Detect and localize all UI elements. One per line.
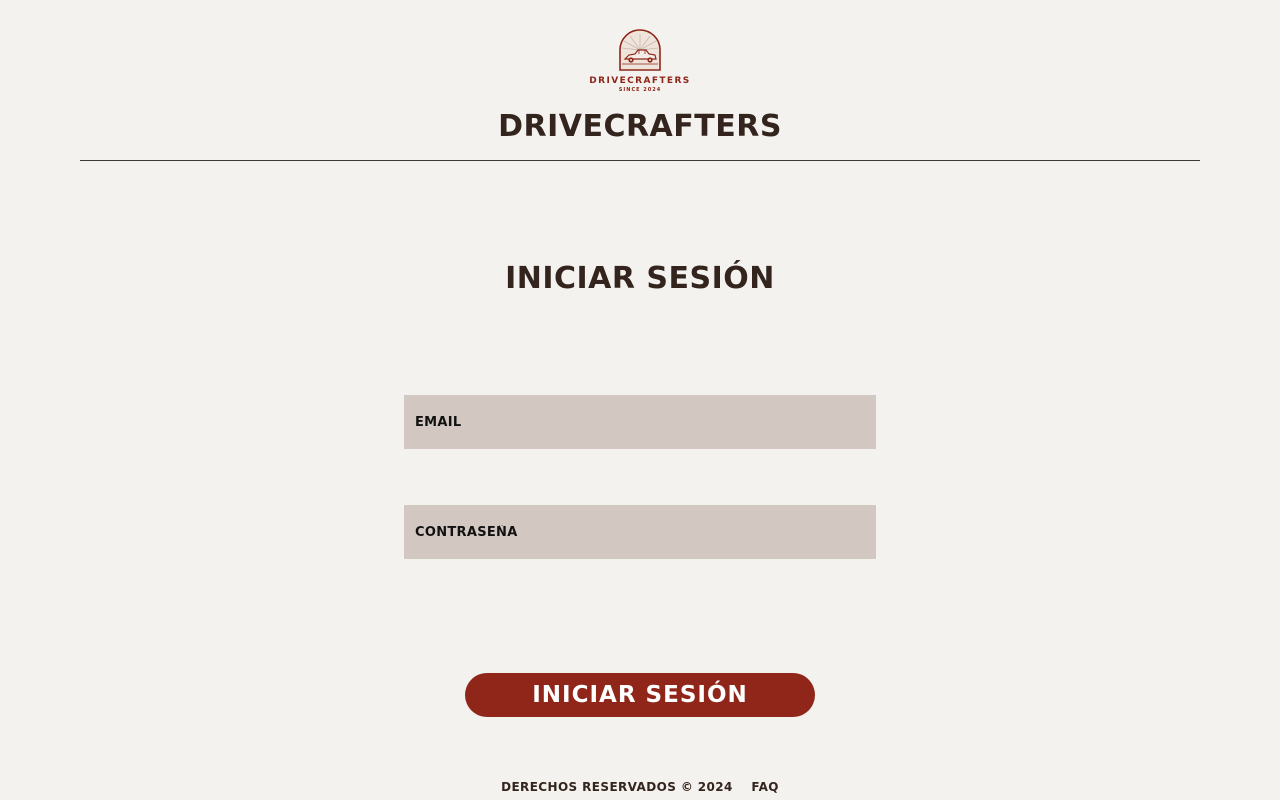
password-field[interactable]	[404, 505, 876, 559]
page-title: INICIAR SESIÓN	[505, 261, 775, 296]
faq-link[interactable]: FAQ	[751, 778, 779, 796]
login-button[interactable]: INICIAR SESIÓN	[465, 673, 815, 717]
copyright-text: DERECHOS RESERVADOS © 2024	[501, 780, 733, 794]
logo-wordmark: DRIVECRAFTERS	[589, 76, 690, 86]
brand-logo[interactable]: DRIVECRAFTERS SINCE 2024	[586, 28, 694, 94]
vintage-car-logo-icon: DRIVECRAFTERS SINCE 2024	[589, 29, 690, 93]
header-divider	[80, 160, 1200, 161]
site-title: DRIVECRAFTERS	[498, 109, 782, 144]
footer: DERECHOS RESERVADOS © 2024 FAQ	[0, 778, 1280, 796]
logo-tagline: SINCE 2024	[619, 87, 661, 93]
email-field[interactable]	[404, 395, 876, 449]
login-page: DRIVECRAFTERS SINCE 2024 DRIVECRAFTERS I…	[0, 0, 1280, 800]
